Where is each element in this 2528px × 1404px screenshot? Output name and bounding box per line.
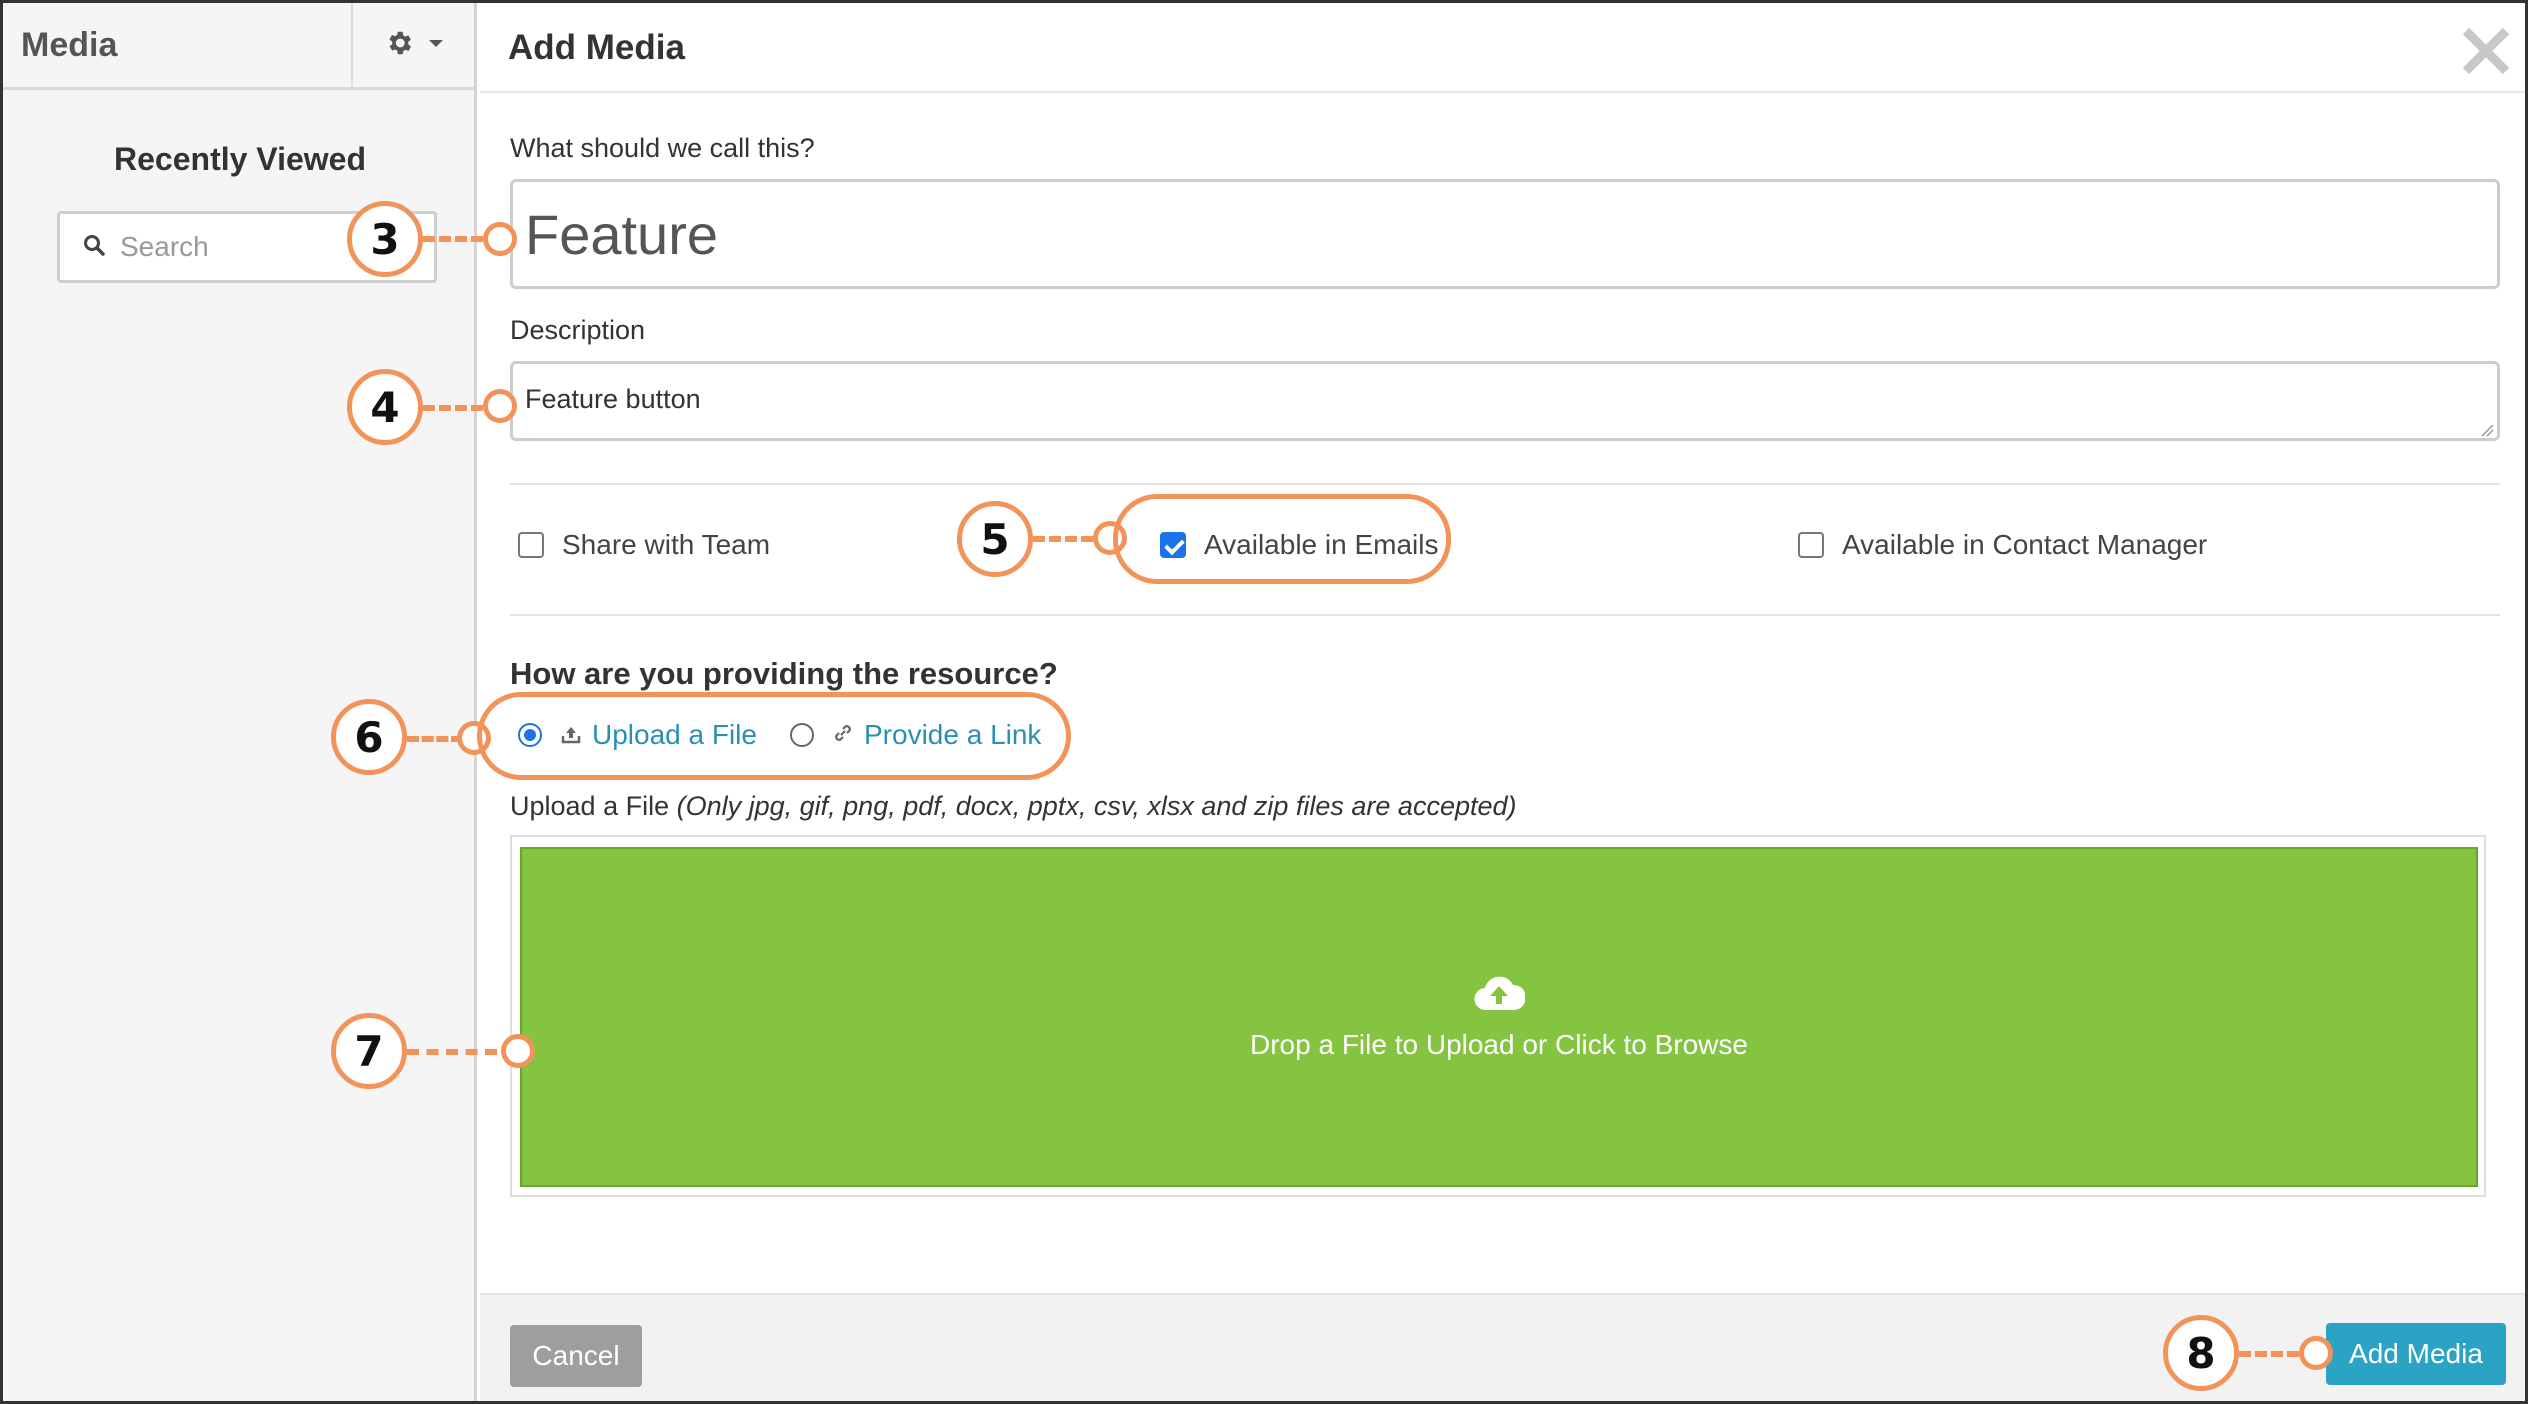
- highlight-outline: [477, 692, 1071, 780]
- callout-badge: 4: [347, 369, 423, 445]
- callout-badge: 7: [331, 1013, 407, 1089]
- checkbox-label: Share with Team: [562, 529, 771, 560]
- divider: [510, 483, 2500, 485]
- dialog-header: Add Media: [480, 3, 2525, 93]
- sidebar-header: Media: [3, 3, 474, 90]
- checkbox-box[interactable]: [1798, 532, 1824, 558]
- resource-question: How are you providing the resource?: [510, 656, 1058, 691]
- callout-anchor: [483, 389, 517, 423]
- callout-anchor: [2299, 1336, 2333, 1370]
- add-media-button[interactable]: Add Media: [2326, 1323, 2506, 1385]
- gear-icon[interactable]: [384, 28, 414, 63]
- cloud-upload-icon: [1473, 974, 1527, 1017]
- available-in-contact-manager-checkbox[interactable]: Available in Contact Manager: [1798, 529, 2207, 561]
- callout-connector: [1033, 536, 1093, 542]
- callout-connector: [423, 236, 483, 242]
- checkbox-box[interactable]: [518, 532, 544, 558]
- divider: [510, 614, 2500, 616]
- sidebar-title: Media: [21, 25, 118, 64]
- callout-badge: 8: [2163, 1315, 2239, 1391]
- upload-note: (Only jpg, gif, png, pdf, docx, pptx, cs…: [676, 791, 1517, 821]
- close-icon[interactable]: [2460, 25, 2512, 77]
- callout-anchor: [501, 1034, 535, 1068]
- upload-label-text: Upload a File: [510, 791, 670, 821]
- recently-viewed-heading: Recently Viewed: [114, 141, 366, 177]
- search-input[interactable]: [120, 231, 380, 263]
- callout-connector: [407, 1049, 497, 1055]
- checkbox-label: Available in Contact Manager: [1842, 529, 2208, 560]
- dropzone-text: Drop a File to Upload or Click to Browse: [1250, 1028, 1748, 1060]
- search-icon: [82, 233, 106, 262]
- file-dropzone[interactable]: Drop a File to Upload or Click to Browse: [520, 847, 2478, 1187]
- highlight-outline: [1113, 494, 1451, 584]
- callout-connector: [407, 736, 463, 742]
- dialog-title: Add Media: [508, 28, 685, 67]
- upload-instructions: Upload a File (Only jpg, gif, png, pdf, …: [510, 791, 1517, 822]
- dropzone-frame: Drop a File to Upload or Click to Browse: [510, 835, 2486, 1197]
- name-label: What should we call this?: [510, 133, 815, 163]
- settings-menu[interactable]: [351, 3, 474, 87]
- callout-badge: 6: [331, 699, 407, 775]
- description-label: Description: [510, 315, 646, 345]
- callout-badge: 3: [347, 201, 423, 277]
- share-with-team-checkbox[interactable]: Share with Team: [518, 529, 770, 561]
- chevron-down-icon[interactable]: [428, 36, 444, 54]
- callout-badge: 5: [957, 501, 1033, 577]
- callout-connector: [423, 405, 483, 411]
- app-window: Media Recently Viewed Add Media What sho…: [0, 0, 2528, 1404]
- cancel-button[interactable]: Cancel: [510, 1325, 642, 1387]
- resize-handle-icon[interactable]: [2480, 423, 2494, 442]
- name-input[interactable]: [510, 179, 2500, 289]
- callout-connector: [2239, 1351, 2299, 1357]
- description-input[interactable]: Feature button: [510, 361, 2500, 441]
- callout-anchor: [483, 222, 517, 256]
